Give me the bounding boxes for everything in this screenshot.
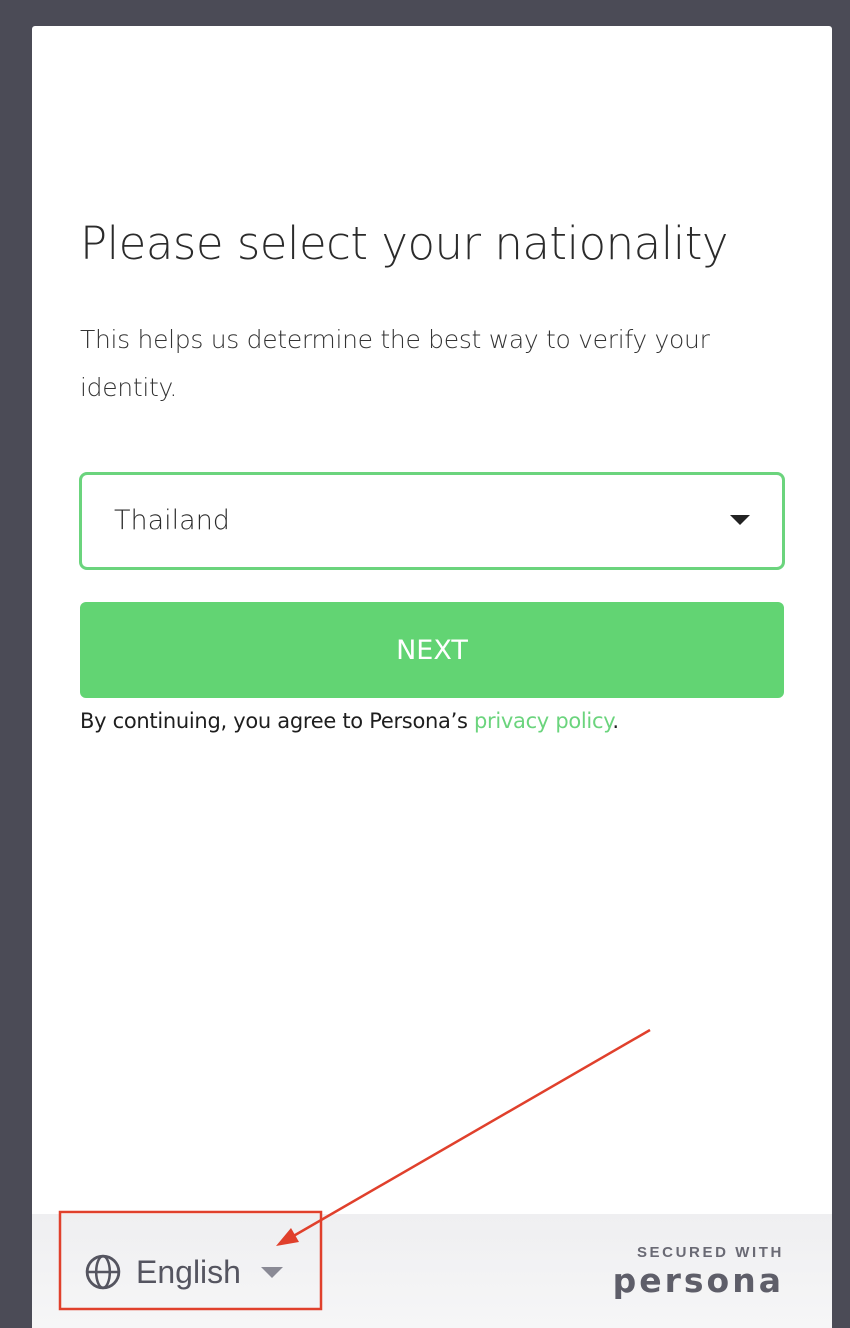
nationality-select-value: Thailand — [114, 505, 230, 536]
next-button[interactable]: NEXT — [80, 602, 784, 698]
consent-suffix: . — [612, 709, 619, 733]
verification-card: Please select your nationality This help… — [32, 26, 832, 1328]
language-selector[interactable]: English — [84, 1248, 283, 1296]
page-subtitle: This helps us determine the best way to … — [80, 325, 710, 402]
persona-logo: persona — [612, 1261, 784, 1300]
caret-down-icon — [730, 515, 750, 525]
footer: English SECURED WITH persona — [32, 1214, 832, 1328]
consent-text: By continuing, you agree to Persona’s pr… — [80, 702, 619, 740]
secured-with-label: SECURED WITH — [636, 1244, 784, 1261]
caret-down-icon — [260, 1266, 283, 1278]
secured-with-persona: SECURED WITH persona — [613, 1244, 784, 1300]
privacy-policy-link[interactable]: privacy policy — [474, 709, 613, 733]
language-label: English — [136, 1253, 241, 1290]
page-title: Please select your nationality — [80, 217, 728, 270]
globe-icon — [85, 1254, 121, 1290]
consent-prefix: By continuing, you agree to Persona’s — [80, 709, 474, 733]
nationality-select[interactable]: Thailand — [79, 472, 785, 570]
